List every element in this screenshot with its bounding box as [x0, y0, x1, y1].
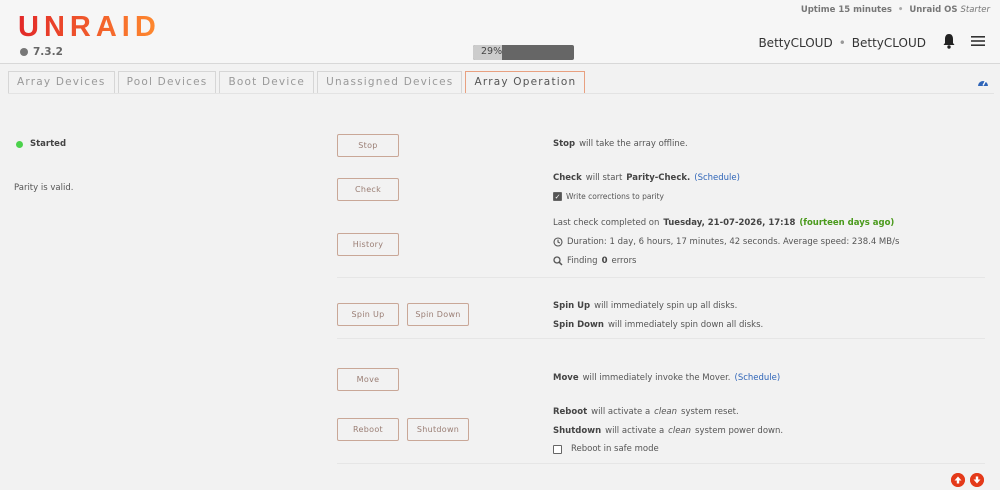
move-button[interactable]: Move: [337, 368, 399, 391]
scroll-up-icon[interactable]: [951, 473, 965, 487]
safe-mode-checkbox[interactable]: [553, 444, 562, 454]
section-divider: [337, 338, 985, 339]
tab-bar: Array Devices Pool Devices Boot Device U…: [8, 71, 586, 93]
write-corrections-label: Write corrections to parity: [566, 192, 664, 201]
shutdown-button[interactable]: Shutdown: [407, 418, 469, 441]
dashboard-gauge-icon[interactable]: [977, 77, 989, 87]
tab-unassigned-devices[interactable]: Unassigned Devices: [317, 71, 463, 93]
search-icon: [553, 256, 563, 266]
stop-description: Stop will take the array offline.: [553, 139, 688, 149]
version-label: 7.3.2: [33, 46, 63, 58]
unraid-logo[interactable]: UNRAID: [18, 11, 161, 44]
spin-up-button[interactable]: Spin Up: [337, 303, 399, 326]
section-divider: [337, 463, 985, 464]
version-info[interactable]: 7.3.2: [20, 46, 63, 58]
section-divider: [337, 277, 985, 278]
os-edition: Starter: [960, 5, 991, 15]
array-status-label: Started: [30, 139, 67, 149]
tab-pool-devices[interactable]: Pool Devices: [117, 71, 217, 93]
shutdown-description: Shutdown will activate a clean system po…: [553, 426, 784, 436]
spin-down-button[interactable]: Spin Down: [407, 303, 469, 326]
safe-mode-label: Reboot in safe mode: [571, 444, 659, 454]
reboot-button[interactable]: Reboot: [337, 418, 399, 441]
check-button[interactable]: Check: [337, 178, 399, 201]
uptime-label: Uptime 15 minutes: [800, 5, 892, 15]
bell-icon[interactable]: [942, 33, 956, 49]
server-description: BettyCLOUD: [851, 36, 926, 50]
duration-info: Duration: 1 day, 6 hours, 17 minutes, 42…: [553, 237, 899, 247]
move-schedule-link[interactable]: (Schedule): [735, 373, 781, 383]
progress-label: 29%: [481, 46, 503, 57]
safe-mode-option[interactable]: Reboot in safe mode: [553, 444, 659, 454]
check-schedule-link[interactable]: (Schedule): [694, 173, 740, 183]
move-description: Move will immediately invoke the Mover. …: [553, 373, 781, 383]
last-check-info: Last check completed on Tuesday, 21-07-2…: [553, 218, 895, 228]
parity-status: Parity is valid.: [14, 183, 74, 193]
tab-array-operation[interactable]: Array Operation: [465, 71, 586, 93]
os-label: Unraid OS Starter: [909, 5, 990, 15]
stop-button[interactable]: Stop: [337, 134, 399, 157]
tab-array-devices[interactable]: Array Devices: [8, 71, 115, 93]
info-icon: [20, 48, 28, 56]
clock-icon: [553, 237, 563, 247]
tabs-divider: [8, 93, 994, 94]
finding-errors-info: Finding 0 errors: [553, 256, 637, 266]
last-check-date: Tuesday, 21-07-2026, 17:18: [663, 218, 796, 228]
tab-boot-device[interactable]: Boot Device: [219, 71, 315, 93]
reboot-description: Reboot will activate a clean system rese…: [553, 407, 739, 417]
header: UNRAID 7.3.2 29% Uptime 15 minutes • Unr…: [0, 0, 1000, 64]
history-button[interactable]: History: [337, 233, 399, 256]
check-description: Check will start Parity-Check. (Schedule…: [553, 173, 740, 183]
uptime-info: Uptime 15 minutes • Unraid OS Starter: [800, 5, 990, 15]
hamburger-menu-icon[interactable]: [971, 35, 985, 47]
array-status: Started: [16, 139, 66, 149]
spin-up-description: Spin Up will immediately spin up all dis…: [553, 301, 738, 311]
write-corrections-option[interactable]: ✓ Write corrections to parity: [553, 192, 664, 201]
write-corrections-checkbox[interactable]: ✓: [553, 192, 562, 201]
status-indicator-icon: [16, 140, 23, 148]
server-info[interactable]: BettyCLOUD • BettyCLOUD: [758, 36, 926, 50]
progress-bar: 29%: [473, 45, 574, 60]
server-name: BettyCLOUD: [758, 36, 833, 50]
spin-down-description: Spin Down will immediately spin down all…: [553, 320, 764, 330]
last-check-ago: (fourteen days ago): [799, 218, 895, 228]
scroll-down-icon[interactable]: [970, 473, 984, 487]
